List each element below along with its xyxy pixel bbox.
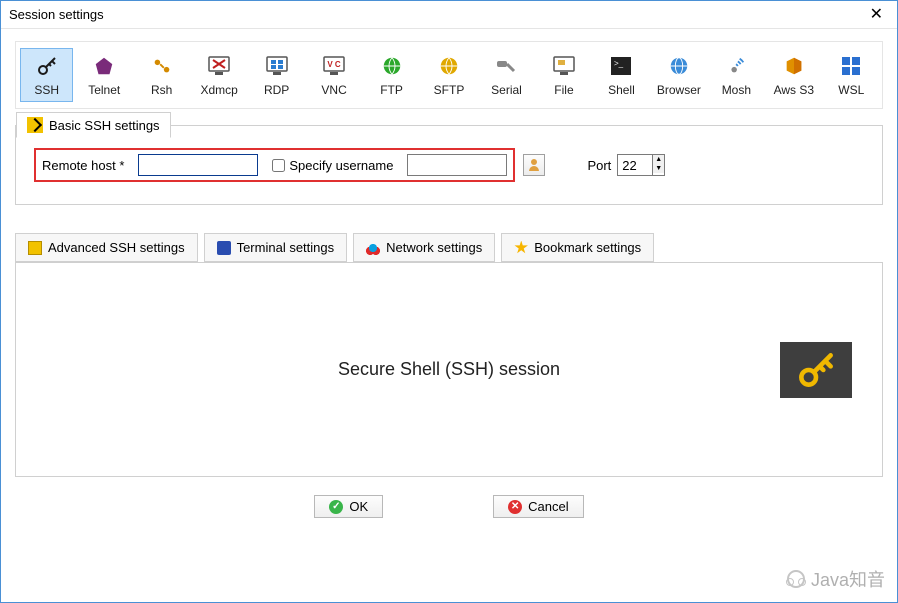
proto-vnc[interactable]: V C VNC bbox=[307, 48, 360, 102]
ok-button[interactable]: ✓ OK bbox=[314, 495, 383, 518]
protocol-toolbar: SSH Telnet Rsh Xdmcp RDP V C VNC bbox=[15, 41, 883, 109]
proto-label: Serial bbox=[491, 83, 522, 97]
remote-host-label: Remote host * bbox=[42, 158, 124, 173]
proto-rsh[interactable]: Rsh bbox=[135, 48, 188, 102]
proto-label: Shell bbox=[608, 83, 635, 97]
close-icon[interactable]: ✕ bbox=[864, 5, 889, 25]
ftp-icon bbox=[379, 53, 405, 79]
tab-bookmark[interactable]: Bookmark settings bbox=[501, 233, 654, 262]
username-input[interactable] bbox=[407, 154, 507, 176]
port-spinner[interactable]: ▲ ▼ bbox=[617, 154, 665, 176]
dialog-buttons: ✓ OK ✕ Cancel bbox=[15, 495, 883, 518]
proto-browser[interactable]: Browser bbox=[652, 48, 705, 102]
proto-label: VNC bbox=[321, 83, 346, 97]
proto-telnet[interactable]: Telnet bbox=[77, 48, 130, 102]
proto-label: WSL bbox=[838, 83, 864, 97]
telnet-icon bbox=[91, 53, 117, 79]
xdmcp-icon bbox=[206, 53, 232, 79]
key-badge-icon bbox=[780, 342, 852, 398]
file-icon bbox=[551, 53, 577, 79]
window-title: Session settings bbox=[9, 7, 104, 22]
proto-label: FTP bbox=[380, 83, 403, 97]
proto-sftp[interactable]: SFTP bbox=[422, 48, 475, 102]
proto-label: Browser bbox=[657, 83, 701, 97]
tab-advanced-ssh[interactable]: Advanced SSH settings bbox=[15, 233, 198, 262]
wechat-icon bbox=[787, 570, 805, 588]
port-label: Port bbox=[587, 158, 611, 173]
proto-shell[interactable]: >_ Shell bbox=[595, 48, 648, 102]
key-icon bbox=[34, 53, 60, 79]
user-picker-button[interactable] bbox=[523, 154, 545, 176]
svg-text:>_: >_ bbox=[614, 59, 624, 68]
serial-icon bbox=[493, 53, 519, 79]
proto-mosh[interactable]: Mosh bbox=[710, 48, 763, 102]
proto-label: File bbox=[554, 83, 573, 97]
check-icon: ✓ bbox=[329, 500, 343, 514]
user-icon bbox=[527, 158, 541, 172]
proto-label: Mosh bbox=[722, 83, 751, 97]
star-icon bbox=[514, 241, 528, 255]
port-down-icon[interactable]: ▼ bbox=[653, 164, 664, 173]
terminal-icon bbox=[217, 241, 231, 255]
tab-terminal[interactable]: Terminal settings bbox=[204, 233, 348, 262]
key-icon bbox=[28, 241, 42, 255]
watermark: Java知音 bbox=[787, 566, 885, 592]
specify-username-label: Specify username bbox=[289, 158, 393, 173]
cancel-label: Cancel bbox=[528, 499, 568, 514]
mosh-icon bbox=[723, 53, 749, 79]
proto-rdp[interactable]: RDP bbox=[250, 48, 303, 102]
tab-label: Terminal settings bbox=[237, 240, 335, 255]
remote-host-input[interactable] bbox=[138, 154, 258, 176]
specify-username-checkbox[interactable]: Specify username bbox=[272, 158, 393, 173]
vnc-icon: V C bbox=[321, 53, 347, 79]
proto-ssh[interactable]: SSH bbox=[20, 48, 73, 102]
proto-label: Aws S3 bbox=[774, 83, 814, 97]
ok-label: OK bbox=[349, 499, 368, 514]
tab-network[interactable]: Network settings bbox=[353, 233, 495, 262]
tab-label: Network settings bbox=[386, 240, 482, 255]
proto-label: RDP bbox=[264, 83, 289, 97]
port-up-icon[interactable]: ▲ bbox=[653, 155, 664, 164]
tab-basic-ssh[interactable]: Basic SSH settings bbox=[16, 112, 171, 138]
session-settings-dialog: Session settings ✕ SSH Telnet Rsh Xdmcp bbox=[0, 0, 898, 603]
basic-ssh-panel: Basic SSH settings Remote host * Specify… bbox=[15, 125, 883, 205]
settings-tabbar: Advanced SSH settings Terminal settings … bbox=[15, 233, 883, 262]
proto-label: Telnet bbox=[88, 83, 120, 97]
svg-text:V C: V C bbox=[327, 60, 341, 69]
proto-label: SSH bbox=[34, 83, 59, 97]
tab-label: Advanced SSH settings bbox=[48, 240, 185, 255]
watermark-text: Java知音 bbox=[811, 566, 885, 592]
proto-file[interactable]: File bbox=[537, 48, 590, 102]
proto-xdmcp[interactable]: Xdmcp bbox=[192, 48, 245, 102]
proto-label: SFTP bbox=[434, 83, 465, 97]
rdp-icon bbox=[264, 53, 290, 79]
proto-awss3[interactable]: Aws S3 bbox=[767, 48, 820, 102]
network-icon bbox=[366, 241, 380, 255]
cross-icon: ✕ bbox=[508, 500, 522, 514]
key-icon bbox=[27, 117, 43, 133]
port-input[interactable] bbox=[618, 155, 652, 175]
wsl-icon bbox=[838, 53, 864, 79]
tab-label: Basic SSH settings bbox=[49, 118, 160, 133]
titlebar: Session settings ✕ bbox=[1, 1, 897, 29]
cancel-button[interactable]: ✕ Cancel bbox=[493, 495, 583, 518]
proto-serial[interactable]: Serial bbox=[480, 48, 533, 102]
specify-username-box[interactable] bbox=[272, 159, 285, 172]
highlighted-fields: Remote host * Specify username bbox=[34, 148, 515, 182]
proto-ftp[interactable]: FTP bbox=[365, 48, 418, 102]
shell-icon: >_ bbox=[608, 53, 634, 79]
proto-wsl[interactable]: WSL bbox=[825, 48, 878, 102]
session-description-panel: Secure Shell (SSH) session bbox=[15, 262, 883, 477]
rsh-icon bbox=[149, 53, 175, 79]
tab-label: Bookmark settings bbox=[534, 240, 641, 255]
browser-icon bbox=[666, 53, 692, 79]
proto-label: Xdmcp bbox=[200, 83, 237, 97]
aws-icon bbox=[781, 53, 807, 79]
session-type-title: Secure Shell (SSH) session bbox=[338, 359, 560, 380]
proto-label: Rsh bbox=[151, 83, 172, 97]
sftp-icon bbox=[436, 53, 462, 79]
